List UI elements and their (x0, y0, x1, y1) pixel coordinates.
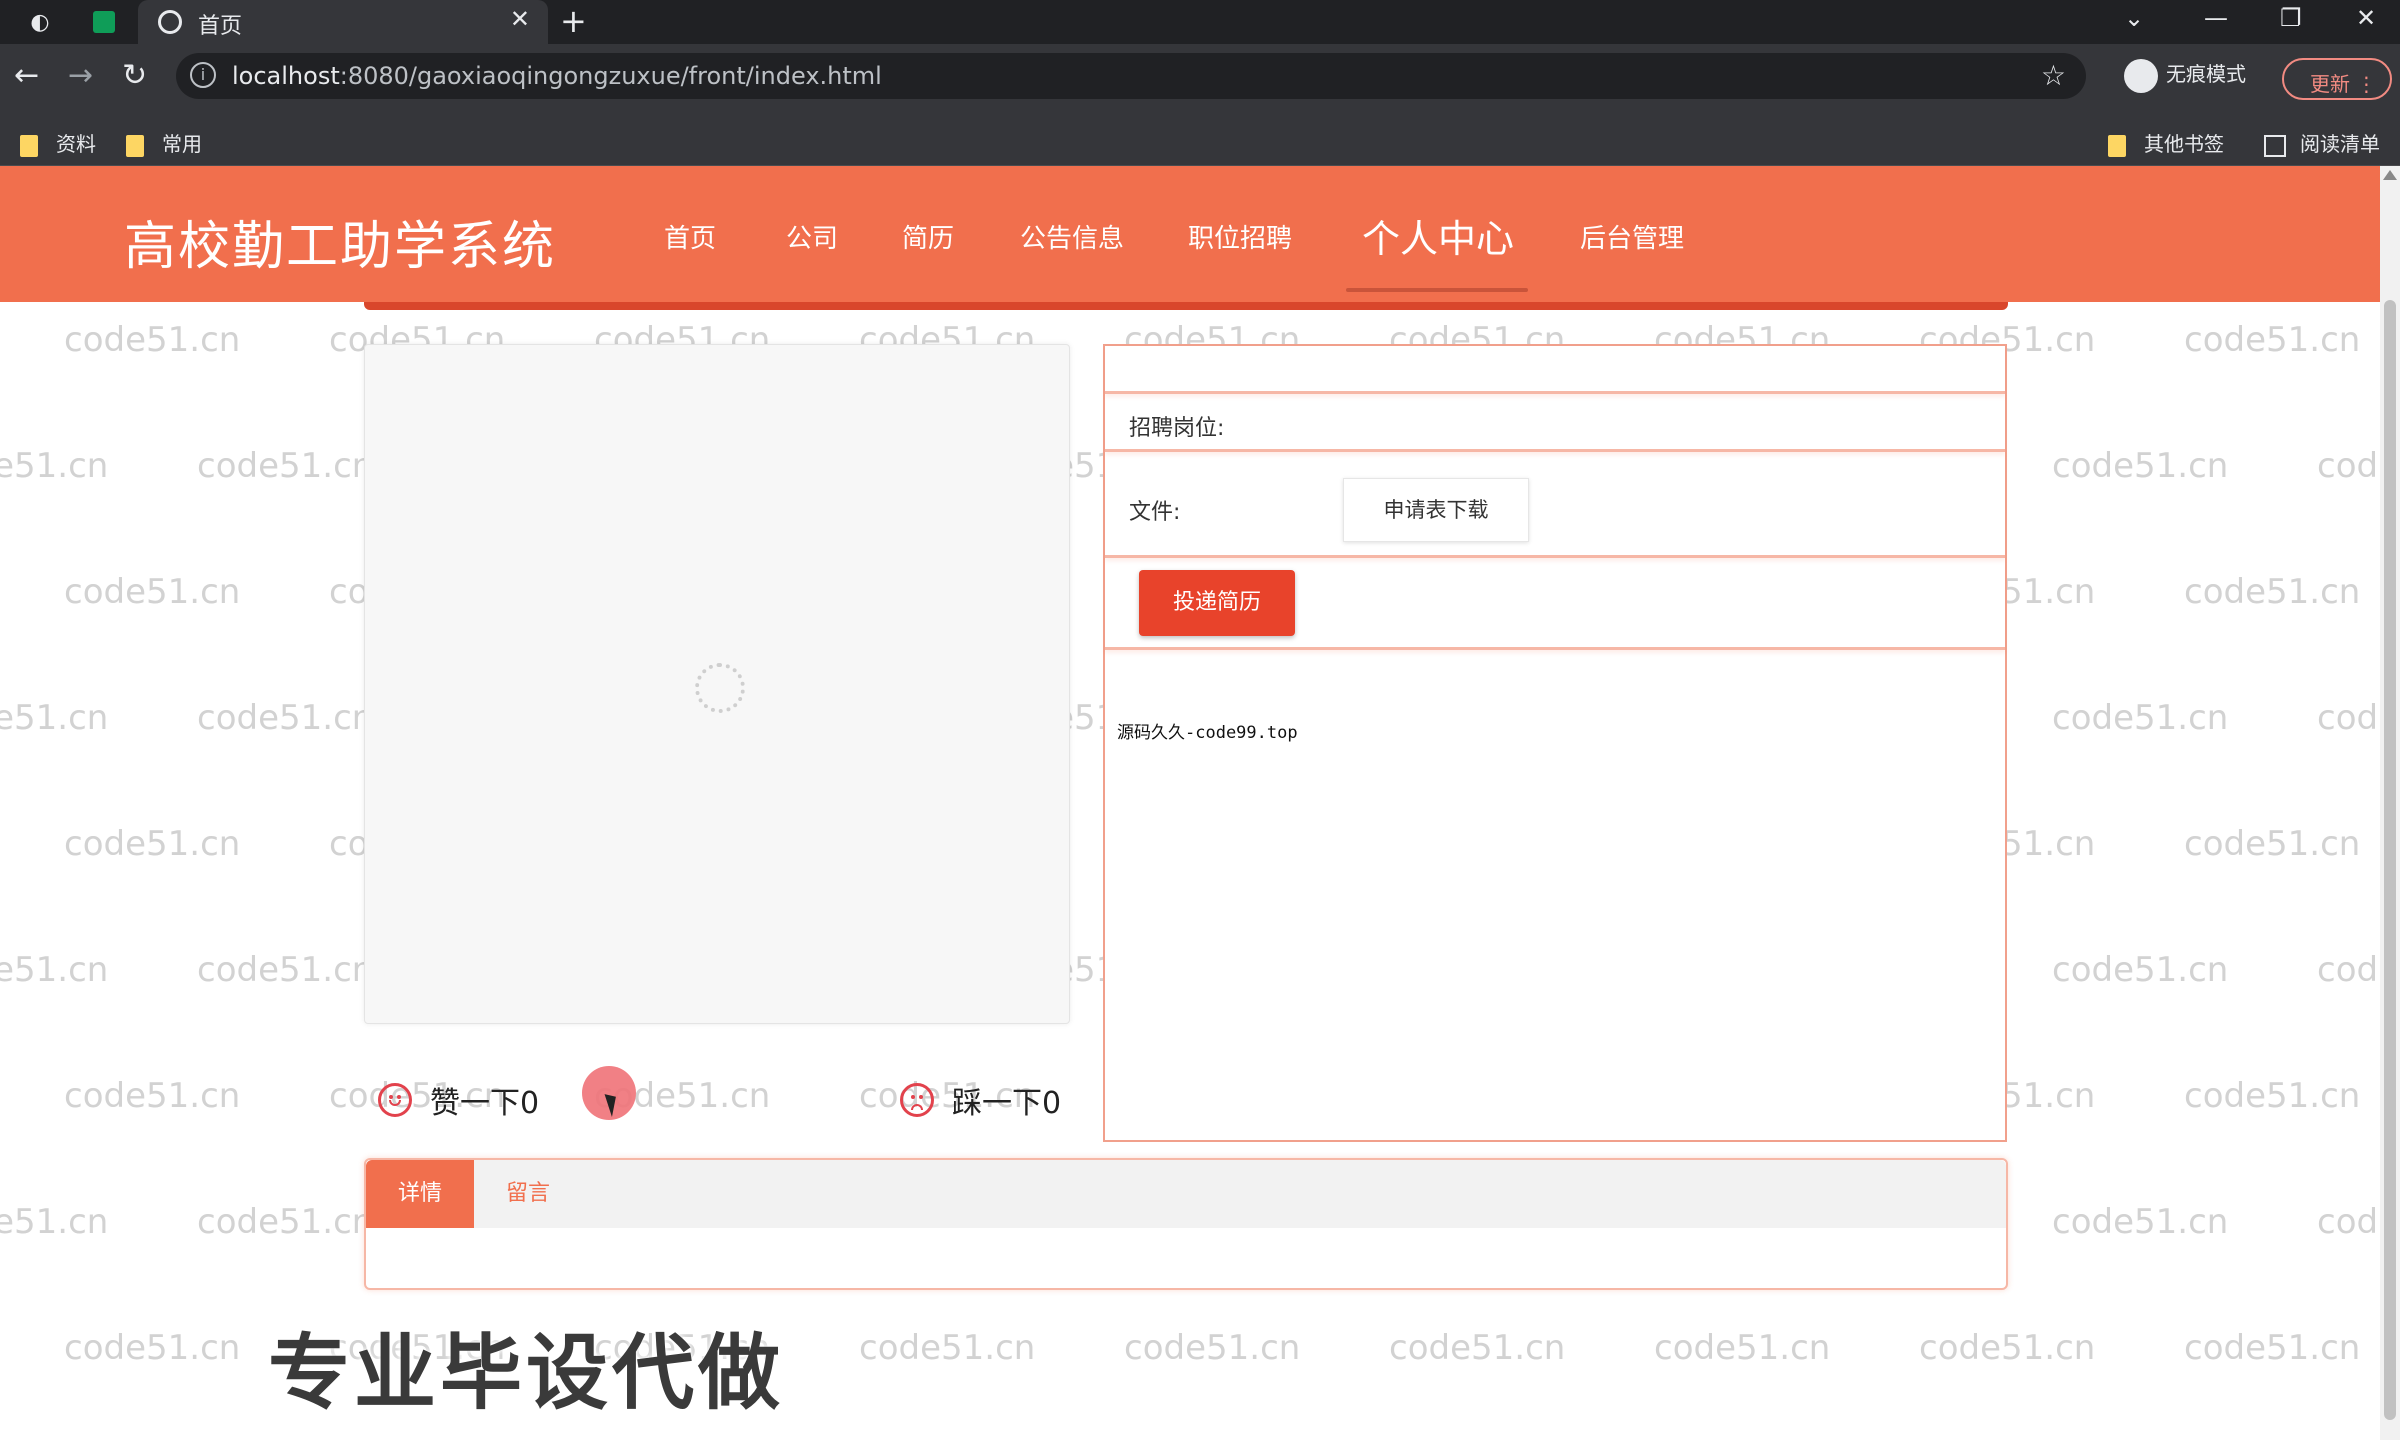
watermark-text: code51.cn (2184, 320, 2361, 360)
reload-icon[interactable]: ↻ (122, 58, 147, 93)
reading-list-icon (2264, 134, 2286, 157)
more-menu-icon: ⋮ (2356, 72, 2377, 96)
incognito-indicator[interactable]: 无痕模式 (2124, 58, 2246, 93)
job-image-card (364, 344, 1070, 1024)
dislike-button[interactable]: 踩一下0 (900, 1078, 1061, 1122)
watermark-text: code51.cn (1654, 1328, 1831, 1368)
watermark-text: code51.cn (2184, 572, 2361, 612)
nav-active-indicator (1346, 288, 1528, 292)
bookmark-other[interactable]: 其他书签 (2108, 128, 2224, 157)
frown-icon (900, 1083, 934, 1117)
watermark-text: code51.cn (2052, 446, 2229, 486)
reading-list[interactable]: 阅读清单 (2264, 128, 2380, 157)
nav-admin[interactable]: 后台管理 (1580, 218, 1684, 255)
folder-icon (126, 134, 144, 157)
back-icon[interactable]: ← (14, 58, 39, 93)
folder-icon (20, 134, 38, 157)
header-bottom-bar (364, 302, 2008, 310)
browser-toolbar: ← → ↻ i localhost:8080/gaoxiaoqingongzux… (0, 44, 2400, 118)
watermark-text: code51.cn (64, 320, 241, 360)
watermark-text: code51.cn (197, 1202, 374, 1242)
watermark-text: code51.cn (197, 950, 374, 990)
watermark-text: code51.cn (2052, 698, 2229, 738)
watermark-text: code51.cn (197, 698, 374, 738)
watermark-text: code51.cn (1124, 1328, 1301, 1368)
site-info-icon[interactable]: i (190, 62, 216, 88)
tabs-header: 详情 留言 (366, 1160, 2006, 1228)
position-label: 招聘岗位: (1129, 416, 1225, 441)
like-button[interactable]: 赞一下0 (378, 1078, 539, 1122)
bookmarks-bar: 资料 常用 其他书签 阅读清单 (0, 118, 2400, 166)
globe-icon (158, 10, 182, 34)
browser-tab-bar: ◐ 首页 ✕ + ⌄ — ❐ ✕ (0, 0, 2400, 44)
tab-comment[interactable]: 留言 (506, 1160, 550, 1228)
site-title: 高校勤工助学系统 (124, 217, 557, 277)
nav-personal-center[interactable]: 个人中心 (1362, 208, 1514, 263)
nav-home[interactable]: 首页 (664, 218, 716, 255)
watermark-text: code51.cn (1389, 1328, 1566, 1368)
watermark-text: code51.cn (0, 1202, 109, 1242)
dislike-label: 踩一下0 (952, 1086, 1062, 1121)
bookmark-folder-ziliao[interactable]: 资料 (20, 128, 96, 157)
watermark-text: code51.cn (2184, 1076, 2361, 1116)
address-bar[interactable]: i localhost:8080/gaoxiaoqingongzuxue/fro… (176, 53, 2086, 99)
tab-search-icon[interactable]: ◐ (24, 6, 56, 38)
tab-close-icon[interactable]: ✕ (510, 5, 530, 33)
watermark-text: code51.cn (859, 1328, 1036, 1368)
watermark-text: code51.cn (2184, 824, 2361, 864)
watermark-text: code51.cn (0, 698, 109, 738)
watermark-text: code51.cn (1919, 1328, 2096, 1368)
tab-title: 首页 (198, 14, 243, 39)
nav-notice[interactable]: 公告信息 (1020, 218, 1124, 255)
url-text: localhost:8080/gaoxiaoqingongzuxue/front… (232, 62, 882, 90)
window-close-icon[interactable]: ✕ (2356, 4, 2376, 32)
scroll-up-icon[interactable] (2383, 170, 2397, 180)
update-button[interactable]: 更新 ⋮ (2282, 58, 2392, 100)
like-label: 赞一下0 (430, 1086, 540, 1121)
job-info-panel: 招聘岗位: 文件: 申请表下载 投递简历 源码久久-code99.top (1103, 344, 2007, 1142)
bookmark-folder-changyong[interactable]: 常用 (126, 128, 202, 157)
download-form-button[interactable]: 申请表下载 (1343, 478, 1529, 542)
watermark-text: code51.cn (2052, 1202, 2229, 1242)
file-row: 文件: 申请表下载 (1105, 452, 2005, 558)
watermark-text: code51.cn (197, 446, 374, 486)
minimize-icon[interactable]: — (2204, 4, 2228, 32)
watermark-text: code51.cn (0, 446, 109, 486)
nav-company[interactable]: 公司 (786, 218, 838, 255)
info-top-row (1105, 346, 2005, 394)
tab-detail[interactable]: 详情 (366, 1160, 474, 1228)
watermark-text: code51.cn (2184, 1328, 2361, 1368)
update-label: 更新 (2310, 72, 2350, 96)
watermark-text: code51.cn (64, 824, 241, 864)
nav-jobs[interactable]: 职位招聘 (1188, 218, 1292, 255)
nav-resume[interactable]: 简历 (902, 218, 954, 255)
loading-spinner-icon (695, 663, 745, 713)
watermark-text: code51.cn (0, 950, 109, 990)
new-tab-icon[interactable]: + (560, 2, 587, 40)
smile-icon (378, 1083, 412, 1117)
scrollbar-thumb[interactable] (2384, 300, 2396, 1420)
folder-icon (2108, 134, 2126, 157)
panel-note-text: 源码久久-code99.top (1117, 723, 1298, 743)
pinned-tab-sheet-icon[interactable] (88, 6, 120, 38)
submit-resume-button[interactable]: 投递简历 (1139, 570, 1295, 636)
site-header: 高校勤工助学系统 首页 公司 简历 公告信息 职位招聘 个人中心 后台管理 (0, 166, 2380, 302)
forward-icon[interactable]: → (68, 58, 93, 93)
incognito-icon (2124, 58, 2158, 93)
restore-icon[interactable]: ❐ (2280, 4, 2302, 32)
overlay-banner-text: 专业毕设代做 (268, 1326, 785, 1421)
browser-tab-active[interactable]: 首页 ✕ (138, 0, 548, 44)
tab-search-chevron-icon[interactable]: ⌄ (2124, 4, 2144, 32)
detail-tabs: 详情 留言 (364, 1158, 2008, 1290)
watermark-text: code51.cn (2052, 950, 2229, 990)
watermark-text: code51.cn (64, 1328, 241, 1368)
incognito-label: 无痕模式 (2166, 62, 2246, 86)
apply-row: 投递简历 (1105, 558, 2005, 650)
position-row: 招聘岗位: (1105, 394, 2005, 452)
watermark-text: code51.cn (64, 1076, 241, 1116)
bookmark-star-icon[interactable]: ☆ (2041, 59, 2066, 92)
watermark-text: code51.cn (64, 572, 241, 612)
file-label: 文件: (1129, 500, 1181, 525)
